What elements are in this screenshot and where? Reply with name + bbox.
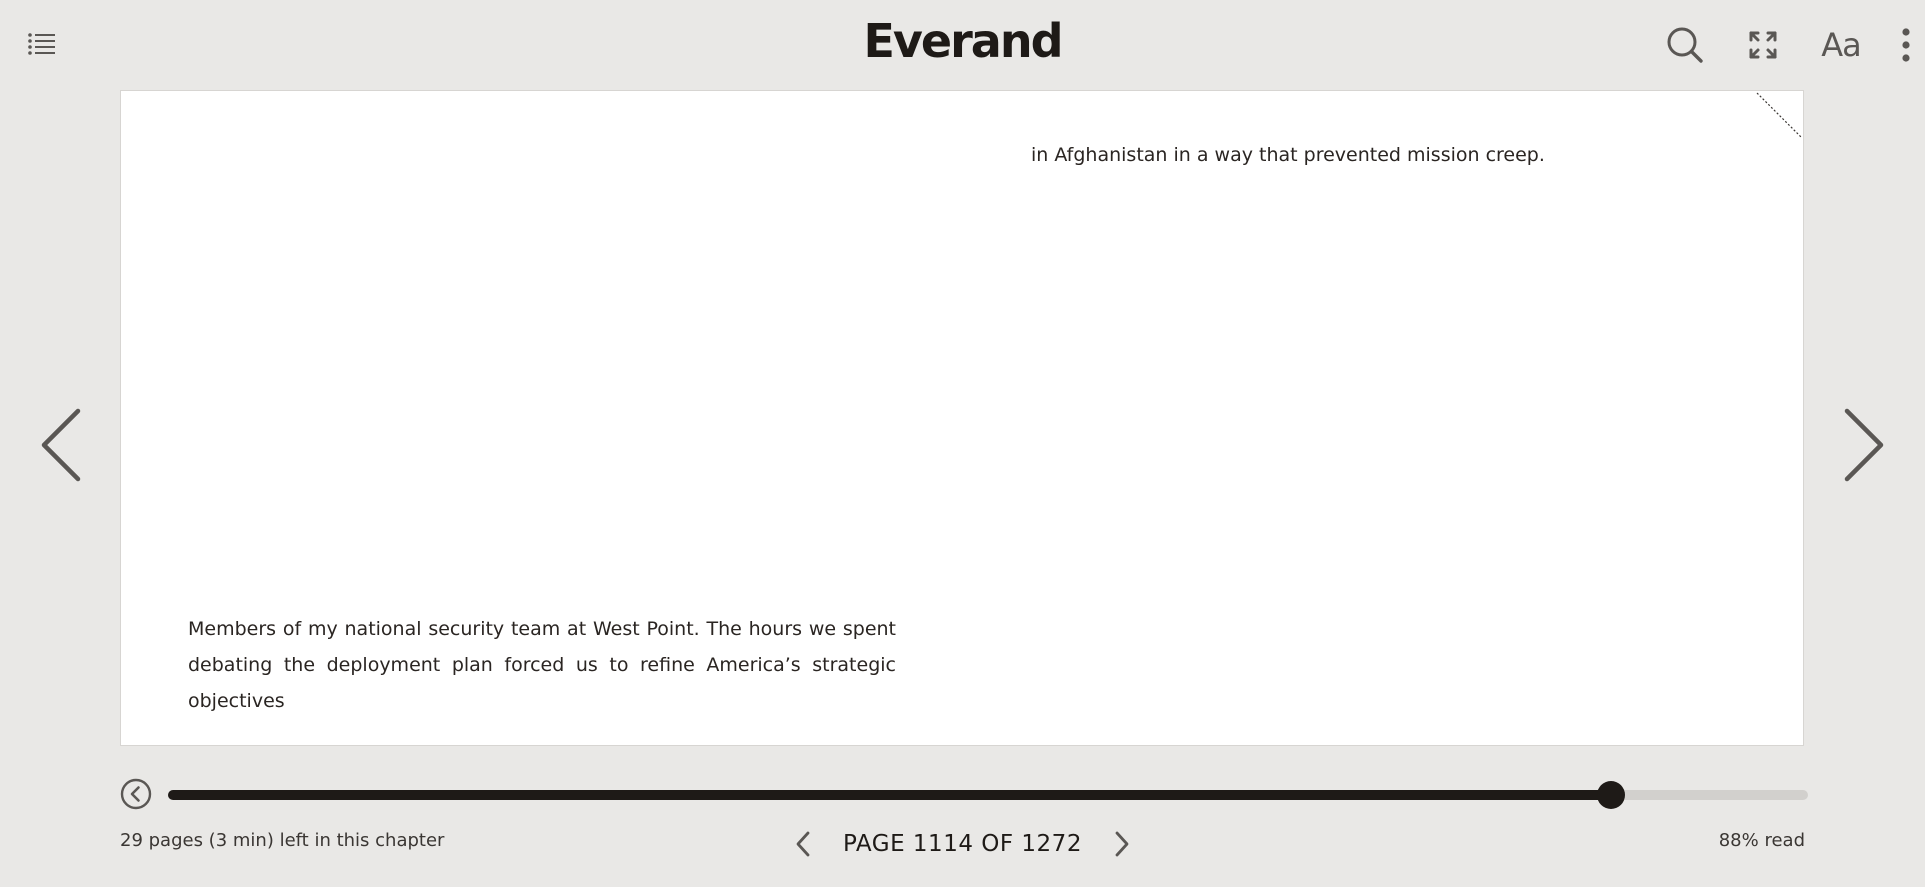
more-options-button[interactable] [1881, 20, 1925, 70]
pager-previous-button[interactable] [789, 826, 817, 862]
right-column-text: in Afghanistan in a way that prevented m… [1031, 144, 1545, 166]
brand-logo[interactable]: Everand [0, 14, 1925, 68]
circle-chevron-left-icon [120, 778, 152, 810]
page-number-label: PAGE 1114 OF 1272 [843, 831, 1082, 857]
font-settings-label: Aa [1821, 26, 1861, 64]
chevron-left-icon [41, 408, 81, 482]
next-page-button[interactable] [1835, 405, 1895, 485]
left-column-text: Members of my national security team at … [188, 611, 896, 719]
chevron-left-icon [796, 831, 810, 857]
book-page-spread: in Afghanistan in a way that prevented m… [120, 90, 1804, 746]
font-settings-button[interactable]: Aa [1816, 20, 1866, 70]
percent-read-text: 88% read [1718, 830, 1805, 851]
reading-progress-slider[interactable] [168, 781, 1808, 809]
page-navigator: PAGE 1114 OF 1272 [0, 824, 1925, 864]
search-button[interactable] [1660, 20, 1710, 70]
reader-app: Everand Aa in Afghanistan in a way that … [0, 0, 1925, 887]
pager-next-button[interactable] [1108, 826, 1136, 862]
jump-back-button[interactable] [120, 778, 152, 810]
fullscreen-button[interactable] [1738, 20, 1788, 70]
search-icon [1667, 27, 1703, 63]
bookmark-fold-icon [1756, 92, 1802, 138]
reading-progress-thumb[interactable] [1597, 781, 1625, 809]
top-bar: Everand Aa [0, 0, 1925, 90]
reading-progress-fill [168, 790, 1611, 800]
bookmark-corner[interactable] [1755, 91, 1803, 139]
chevron-right-icon [1844, 408, 1884, 482]
chevron-right-icon [1115, 831, 1129, 857]
previous-page-button[interactable] [30, 405, 90, 485]
expand-icon [1749, 31, 1777, 59]
text-line: debating the deployment plan forced us t… [188, 654, 896, 712]
more-vertical-icon [1902, 28, 1910, 62]
text-line: Members of my national security team at … [188, 618, 896, 640]
